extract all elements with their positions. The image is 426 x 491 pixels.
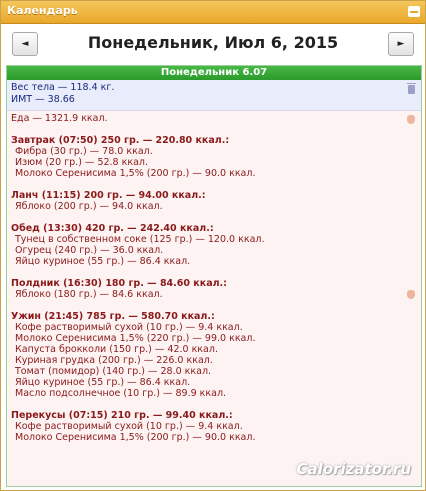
bmi-line: ИМТ — 38.66 xyxy=(11,94,75,105)
food-item: Кофе растворимый сухой (10 гр.) — 9.4 кк… xyxy=(15,322,243,333)
current-date: Понедельник, Июл 6, 2015 xyxy=(87,33,339,52)
food-item: Изюм (20 гр.) — 52.8 ккал. xyxy=(15,157,149,168)
food-item: Куриная грудка (200 гр.) — 226.0 ккал. xyxy=(15,355,213,366)
calendar-window: Календарь ◄ Понедельник, Июл 6, 2015 ► П… xyxy=(0,0,426,491)
minimize-icon[interactable] xyxy=(408,6,420,17)
food-item: Яйцо куриное (55 гр.) — 86.4 ккал. xyxy=(15,256,191,267)
next-day-button[interactable]: ► xyxy=(388,32,414,56)
food-item: Тунец в собственном соке (125 гр.) — 120… xyxy=(15,234,265,245)
window-title: Календарь xyxy=(7,4,78,17)
day-content: Понедельник 6.07 Вес тела — 118.4 кг. ИМ… xyxy=(6,65,422,487)
food-item: Капуста брокколи (150 гр.) — 42.0 ккал. xyxy=(15,344,218,355)
food-item: Кофе растворимый сухой (10 гр.) — 9.4 кк… xyxy=(15,421,243,432)
meal-afternoon-snack: Полдник (16:30) 180 гр. — 84.60 ккал.: Я… xyxy=(11,278,421,300)
day-header: Понедельник 6.07 xyxy=(7,66,421,80)
meal-snacks: Перекусы (07:15) 210 гр. — 99.40 ккал.: … xyxy=(11,410,421,443)
meal-supper: Ужин (21:45) 785 гр. — 580.70 ккал.: Коф… xyxy=(11,311,421,399)
food-item: Яблоко (180 гр.) — 84.6 ккал. xyxy=(15,289,163,300)
food-panel: Еда — 1321.9 ккал. Завтрак (07:50) 250 г… xyxy=(7,111,421,443)
food-item: Молоко Серенисима 1,5% (220 гр.) — 99.0 … xyxy=(15,333,256,344)
hand-icon[interactable] xyxy=(407,115,415,124)
weight-panel: Вес тела — 118.4 кг. ИМТ — 38.66 xyxy=(7,80,421,111)
prev-day-button[interactable]: ◄ xyxy=(12,32,38,56)
meal-title: Обед (13:30) 420 гр. — 242.40 ккал.: xyxy=(11,223,214,234)
meal-title: Завтрак (07:50) 250 гр. — 220.80 ккал.: xyxy=(11,135,230,146)
food-total: Еда — 1321.9 ккал. xyxy=(11,113,108,124)
food-item: Томат (помидор) (140 гр.) — 28.0 ккал. xyxy=(15,366,212,377)
food-item: Фибра (30 гр.) — 78.0 ккал. xyxy=(15,146,153,157)
meal-title: Перекусы (07:15) 210 гр. — 99.40 ккал.: xyxy=(11,410,233,421)
hand-icon[interactable] xyxy=(407,290,415,299)
meal-title: Полдник (16:30) 180 гр. — 84.60 ккал.: xyxy=(11,278,227,289)
watermark-logo: Calorizator.ru xyxy=(296,460,411,478)
food-item: Молоко Серенисима 1,5% (200 гр.) — 90.0 … xyxy=(15,432,256,443)
window-titlebar: Календарь xyxy=(1,1,425,24)
food-item: Яблоко (200 гр.) — 94.0 ккал. xyxy=(15,201,163,212)
food-item: Огурец (240 гр.) — 36.0 ккал. xyxy=(15,245,164,256)
trash-icon[interactable] xyxy=(407,83,416,94)
meal-title: Ужин (21:45) 785 гр. — 580.70 ккал.: xyxy=(11,311,215,322)
food-item: Яйцо куриное (55 гр.) — 86.4 ккал. xyxy=(15,377,191,388)
meal-lunch: Ланч (11:15) 200 гр. — 94.00 ккал.: Ябло… xyxy=(11,190,421,212)
weight-line: Вес тела — 118.4 кг. xyxy=(11,82,115,93)
meal-title: Ланч (11:15) 200 гр. — 94.00 ккал.: xyxy=(11,190,206,201)
meal-dinner: Обед (13:30) 420 гр. — 242.40 ккал.: Тун… xyxy=(11,223,421,267)
food-item: Масло подсолнечное (10 гр.) — 89.9 ккал. xyxy=(15,388,227,399)
food-item: Молоко Серенисима 1,5% (200 гр.) — 90.0 … xyxy=(15,168,256,179)
meal-breakfast: Завтрак (07:50) 250 гр. — 220.80 ккал.: … xyxy=(11,135,421,179)
date-navigation: ◄ Понедельник, Июл 6, 2015 ► xyxy=(1,24,425,62)
